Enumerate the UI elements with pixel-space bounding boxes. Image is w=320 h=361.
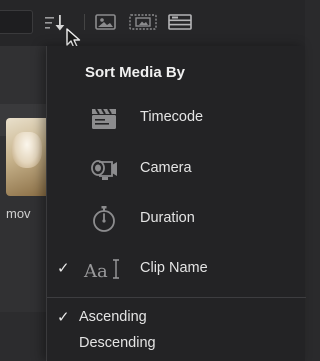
sort-by-clip-name[interactable]: ✓ Aa Clip Name bbox=[47, 249, 306, 289]
sort-by-camera[interactable]: Camera bbox=[47, 149, 306, 189]
thumbnail-image bbox=[12, 132, 42, 168]
sort-down-icon bbox=[45, 15, 65, 31]
checkmark-icon: ✓ bbox=[57, 309, 70, 326]
order-option-label: Ascending bbox=[79, 309, 147, 325]
thumbnail-view-button[interactable] bbox=[94, 13, 118, 31]
filmstrip-view-button[interactable] bbox=[128, 13, 158, 31]
sort-option-label: Duration bbox=[140, 210, 195, 226]
filmstrip-view-icon bbox=[129, 14, 157, 30]
sort-descending[interactable]: Descending bbox=[47, 331, 306, 355]
text-icon-glyph: Aa bbox=[83, 261, 108, 282]
menu-separator bbox=[47, 297, 306, 298]
media-pool-toolbar bbox=[0, 0, 305, 49]
toolbar-divider bbox=[84, 14, 85, 30]
list-view-button[interactable] bbox=[167, 13, 193, 31]
thumbnail-view-icon bbox=[95, 14, 116, 30]
sort-media-menu: Sort Media By Timecode Camera Duration ✓… bbox=[46, 46, 306, 361]
camera-icon bbox=[91, 160, 117, 180]
order-option-label: Descending bbox=[79, 335, 156, 351]
panel-footer bbox=[0, 312, 46, 361]
sort-by-timecode[interactable]: Timecode bbox=[47, 98, 306, 138]
search-field-edge[interactable] bbox=[0, 10, 33, 34]
sort-option-label: Camera bbox=[140, 160, 192, 176]
checkmark-icon: ✓ bbox=[57, 260, 70, 277]
sort-by-duration[interactable]: Duration bbox=[47, 199, 306, 239]
sort-option-label: Clip Name bbox=[140, 260, 208, 276]
stopwatch-icon bbox=[93, 206, 115, 232]
sort-ascending[interactable]: ✓ Ascending bbox=[47, 305, 306, 329]
clapperboard-icon bbox=[92, 108, 116, 129]
sort-option-label: Timecode bbox=[140, 109, 204, 125]
text-cursor-icon: Aa bbox=[83, 259, 119, 282]
menu-title: Sort Media By bbox=[85, 64, 186, 81]
clip-filename: mov bbox=[6, 206, 31, 221]
list-view-icon bbox=[168, 14, 192, 30]
clip-thumbnail[interactable] bbox=[6, 118, 46, 196]
sort-media-button[interactable] bbox=[44, 14, 68, 32]
